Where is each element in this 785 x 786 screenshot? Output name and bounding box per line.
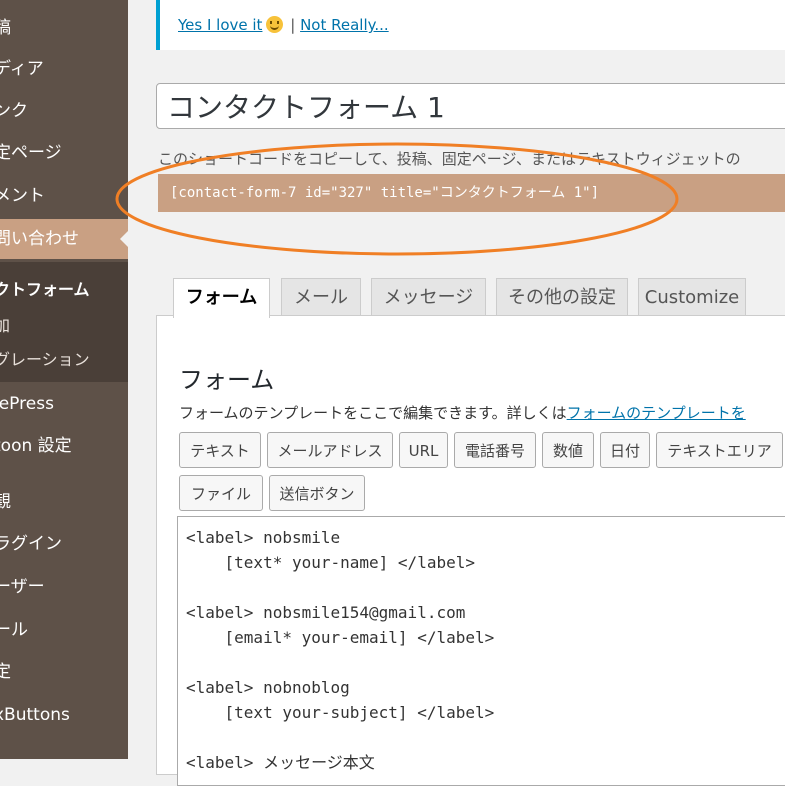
editor-line: <label> nobsmile <box>186 528 341 547</box>
tag-button-submit[interactable]: 送信ボタン <box>269 475 365 511</box>
sidebar-item-users[interactable]: ーザー <box>0 567 128 607</box>
submenu-item-contact-forms[interactable]: クトフォーム <box>0 276 128 300</box>
admin-sidebar: 稿 ディア ンク 定ページ メント 問い合わせ クトフォーム 加 グレーション … <box>0 0 128 759</box>
notice-separator: | <box>290 16 296 34</box>
editor-line: [text* your-name] </label> <box>186 553 475 572</box>
editor-line: [email* your-email] </label> <box>186 628 495 647</box>
form-panel: フォーム フォームのテンプレートをここで編集できます。詳しくはフォームのテンプレ… <box>156 315 785 786</box>
submenu-item-add-new[interactable]: 加 <box>0 312 128 336</box>
editor-line: <label> nobnoblog <box>186 678 350 697</box>
feedback-notice: Yes I love it | Not Really... <box>156 0 785 50</box>
tab-messages[interactable]: メッセージ <box>371 278 486 316</box>
editor-line: [text your-subject] </label> <box>186 703 495 722</box>
editor-line: <label> nobsmile154@gmail.com <box>186 603 466 622</box>
panel-description: フォームのテンプレートをここで編集できます。詳しくはフォームのテンプレートを <box>179 402 746 423</box>
sidebar-item-contact[interactable]: 問い合わせ <box>0 219 128 259</box>
tag-button-file[interactable]: ファイル <box>179 475 263 511</box>
yes-love-it-link[interactable]: Yes I love it <box>178 16 262 34</box>
editor-line: <label> メッセージ本文 <box>186 753 375 772</box>
sidebar-item-media[interactable]: ディア <box>0 49 128 89</box>
tag-button-number[interactable]: 数値 <box>542 432 594 468</box>
panel-description-text: フォームのテンプレートをここで編集できます。詳しくは <box>179 404 567 422</box>
tag-button-date[interactable]: 日付 <box>600 432 650 468</box>
tag-button-tel[interactable]: 電話番号 <box>454 432 536 468</box>
sidebar-item-comments[interactable]: メント <box>0 176 128 216</box>
sidebar-item-pages[interactable]: 定ページ <box>0 133 128 173</box>
sidebar-item-appearance[interactable]: 観 <box>0 482 128 522</box>
panel-heading: フォーム <box>179 366 275 394</box>
tab-form[interactable]: フォーム <box>173 278 270 318</box>
sidebar-item-tools[interactable]: ール <box>0 610 128 650</box>
form-title-input[interactable] <box>156 83 785 129</box>
shortcode-field[interactable]: [contact-form-7 id="327" title="コンタクトフォー… <box>158 174 785 212</box>
tag-button-url[interactable]: URL <box>399 432 448 468</box>
tag-button-email[interactable]: メールアドレス <box>267 432 393 468</box>
tab-customize[interactable]: Customize <box>638 278 746 316</box>
sidebar-item-links[interactable]: ンク <box>0 91 128 131</box>
sidebar-item-buttons-plugin[interactable]: xButtons <box>0 695 128 735</box>
tag-button-textarea[interactable]: テキストエリア <box>656 432 783 468</box>
sidebar-item-posts[interactable]: 稿 <box>0 8 128 48</box>
sidebar-submenu: クトフォーム 加 グレーション <box>0 262 128 382</box>
smiley-icon <box>266 16 284 33</box>
sidebar-item-plugins[interactable]: ラグイン <box>0 524 128 564</box>
not-really-link[interactable]: Not Really... <box>300 16 389 34</box>
sidebar-item-theme-settings[interactable]: toon 設定 <box>0 426 128 466</box>
tag-button-text[interactable]: テキスト <box>179 432 261 468</box>
form-template-editor[interactable]: <label> nobsmile [text* your-name] </lab… <box>177 516 785 786</box>
submenu-item-integration[interactable]: グレーション <box>0 346 128 370</box>
shortcode-description: このショートコードをコピーして、投稿、固定ページ、またはテキストウィジェットの <box>158 150 741 168</box>
sidebar-item-settings[interactable]: 定 <box>0 652 128 692</box>
sidebar-item-plugin-a[interactable]: lePress <box>0 384 128 424</box>
notice-row: Yes I love it | Not Really... <box>178 16 389 34</box>
tab-additional-settings[interactable]: その他の設定 <box>496 278 628 316</box>
form-template-link[interactable]: フォームのテンプレートを <box>567 404 746 422</box>
tab-mail[interactable]: メール <box>281 278 361 316</box>
